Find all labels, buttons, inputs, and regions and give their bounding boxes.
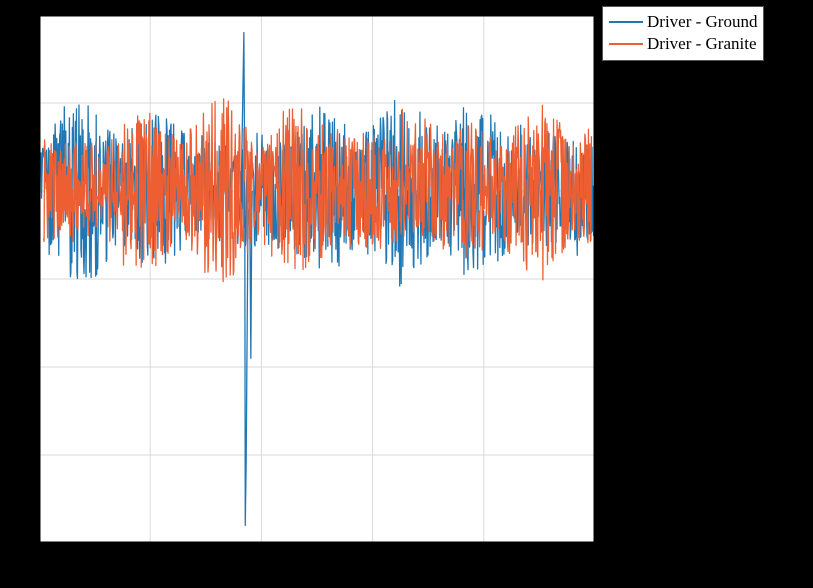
legend-label-granite: Driver - Granite	[647, 33, 757, 55]
legend-label-ground: Driver - Ground	[647, 11, 757, 33]
legend-entry-granite: Driver - Granite	[609, 33, 757, 55]
chart-stage: Driver - Ground Driver - Granite	[0, 0, 813, 588]
chart-legend: Driver - Ground Driver - Granite	[602, 6, 764, 61]
legend-entry-ground: Driver - Ground	[609, 11, 757, 33]
legend-swatch-ground	[609, 21, 643, 23]
plot-area	[38, 14, 596, 544]
legend-swatch-granite	[609, 43, 643, 45]
